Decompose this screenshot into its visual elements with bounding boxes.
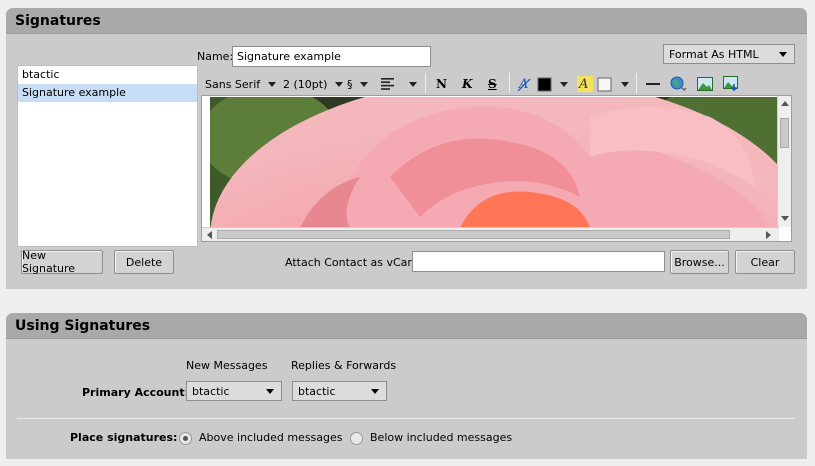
image-icon [697, 77, 713, 91]
insert-image-button[interactable] [697, 76, 713, 92]
paragraph-icon: § [347, 77, 353, 91]
delete-button[interactable]: Delete [114, 250, 174, 274]
chevron-down-icon [335, 81, 344, 87]
scroll-up-arrow-icon[interactable] [781, 101, 789, 106]
font-family-select[interactable]: Sans Serif [205, 76, 277, 92]
text-color-icon: A [518, 77, 552, 92]
editor-vertical-scrollbar[interactable] [777, 96, 791, 227]
text-color-button[interactable]: A [518, 76, 568, 92]
image-download-icon [723, 76, 738, 92]
new-signature-button[interactable]: New Signature [21, 249, 103, 275]
replies-forwards-column-header: Replies & Forwards [291, 359, 397, 372]
editor-horizontal-scrollbar[interactable] [202, 227, 779, 241]
chevron-down-icon [560, 81, 568, 87]
below-messages-radio[interactable] [350, 432, 363, 445]
scroll-left-arrow-icon[interactable] [207, 231, 212, 239]
above-messages-label[interactable]: Above included messages [199, 431, 343, 444]
font-size-value: 2 (10pt) [283, 77, 328, 91]
signature-list: btactic Signature example [17, 65, 198, 247]
scroll-thumb[interactable] [217, 230, 730, 239]
strikethrough-button[interactable]: S [488, 76, 497, 92]
above-messages-radio[interactable] [179, 432, 192, 445]
toolbar-divider [636, 73, 637, 93]
chevron-down-icon [268, 81, 277, 87]
toolbar-divider [425, 73, 426, 93]
chevron-down-icon [409, 81, 417, 87]
horizontal-rule-icon [646, 83, 660, 85]
scroll-right-arrow-icon[interactable] [766, 231, 771, 239]
below-messages-label[interactable]: Below included messages [370, 431, 512, 444]
using-signatures-title: Using Signatures [6, 313, 807, 339]
insert-link-button[interactable] [670, 76, 688, 92]
name-label: Name: [197, 50, 234, 63]
chevron-down-icon [621, 81, 629, 87]
bold-button[interactable]: N [436, 76, 447, 92]
signatures-panel-title: Signatures [6, 8, 807, 34]
signature-list-item-selected[interactable]: Signature example [18, 84, 197, 102]
alignment-select[interactable] [381, 76, 417, 92]
scroll-thumb[interactable] [780, 118, 789, 148]
new-messages-signature-select[interactable]: btactic [186, 381, 282, 401]
section-divider [17, 418, 795, 419]
format-select[interactable]: Format As HTML [663, 44, 795, 64]
primary-account-label: Primary Account: [82, 386, 189, 399]
vcard-label: Attach Contact as vCard: [285, 256, 423, 269]
align-left-icon [381, 78, 394, 90]
rose-image [210, 97, 779, 228]
place-signatures-label: Place signatures: [70, 431, 178, 444]
browse-button[interactable]: Browse... [670, 250, 729, 274]
horizontal-rule-button[interactable] [645, 76, 661, 92]
signature-editor[interactable] [201, 95, 792, 242]
highlight-color-button[interactable]: A [577, 76, 629, 92]
signature-name-input[interactable]: Signature example [232, 46, 431, 67]
scroll-down-arrow-icon[interactable] [781, 216, 789, 221]
insert-inline-image-button[interactable] [723, 76, 740, 92]
replies-signature-select[interactable]: btactic [292, 381, 387, 401]
paragraph-style-select[interactable]: § [347, 76, 368, 92]
toolbar-divider [509, 73, 510, 93]
globe-link-icon [670, 76, 687, 92]
highlight-color-icon: A [577, 76, 612, 92]
svg-text:A: A [578, 77, 588, 92]
new-messages-column-header: New Messages [186, 359, 268, 372]
italic-button[interactable]: K [462, 76, 472, 92]
signature-list-item[interactable]: btactic [18, 66, 197, 84]
vcard-input[interactable] [412, 251, 665, 272]
font-size-select[interactable]: 2 (10pt) [283, 76, 344, 92]
font-family-value: Sans Serif [205, 77, 261, 91]
clear-button[interactable]: Clear [735, 250, 795, 274]
chevron-down-icon [359, 81, 368, 87]
